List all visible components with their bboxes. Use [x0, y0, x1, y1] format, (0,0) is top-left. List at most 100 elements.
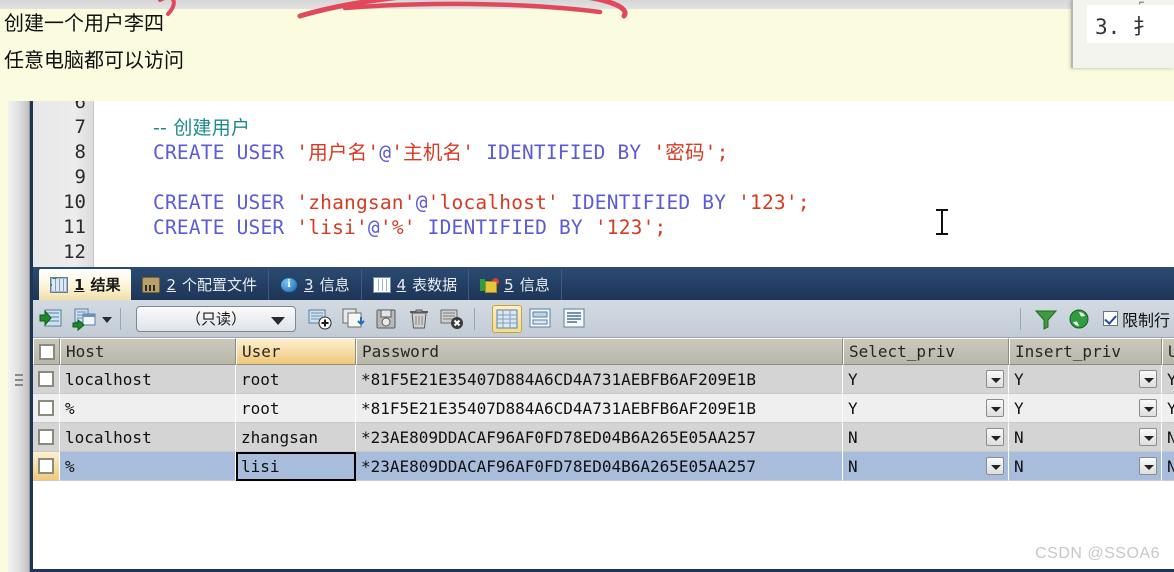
- cell-insert_priv[interactable]: Y: [1009, 365, 1162, 394]
- refresh-button[interactable]: [1064, 305, 1094, 333]
- floating-note-text: 3. 扌: [1095, 15, 1154, 39]
- floating-note-panel: ⌐ 3. 扌: [1071, 0, 1174, 68]
- row-select-cell[interactable]: [33, 423, 60, 452]
- text-view-button[interactable]: [560, 305, 590, 333]
- cell-user[interactable]: root: [236, 394, 356, 423]
- cell-host[interactable]: localhost: [60, 365, 236, 394]
- table-row[interactable]: % lisi *23AE809DDACAF96AF0FD78ED04B6A265E0…: [33, 452, 1174, 481]
- tab-3[interactable]: 3 信息: [269, 269, 362, 300]
- toolbar-right-group[interactable]: 限制行: [1013, 305, 1174, 333]
- code-token: ;: [716, 141, 729, 164]
- result-toolbar[interactable]: （只读） 限制行: [33, 300, 1174, 338]
- cell-chevron-down-icon[interactable]: [986, 399, 1004, 417]
- sql-editor[interactable]: 6 7 8 9 10 11 12 -- 创建用户 CREATE USER '用户名'@'主机名…: [33, 101, 1174, 267]
- row-select-cell[interactable]: [33, 452, 60, 481]
- cell-u[interactable]: Y: [1162, 394, 1174, 423]
- tab-index: 4: [396, 275, 407, 294]
- delete-record-button[interactable]: [404, 305, 434, 333]
- row-select-cell[interactable]: [33, 365, 60, 394]
- tab-4[interactable]: 4 表数据: [362, 269, 470, 300]
- column-header-select_priv[interactable]: Select_priv: [843, 338, 1009, 365]
- cell-select_priv[interactable]: Y: [843, 365, 1009, 394]
- chevron-down-icon: [271, 316, 285, 325]
- cell-insert_priv[interactable]: Y: [1009, 394, 1162, 423]
- cell-u[interactable]: N: [1162, 423, 1174, 452]
- tab-2[interactable]: 2 个配置文件: [131, 269, 270, 300]
- column-header-host[interactable]: Host: [60, 338, 236, 365]
- view-mode-group[interactable]: [488, 304, 590, 333]
- cell-chevron-down-icon[interactable]: [1139, 428, 1157, 446]
- insert-record-button[interactable]: [305, 305, 335, 333]
- cell-u[interactable]: Y: [1162, 365, 1174, 394]
- cell-value: *23AE809DDACAF96AF0FD78ED04B6A265E05AA25…: [361, 456, 756, 476]
- code-token: ;: [797, 191, 810, 214]
- cell-select_priv[interactable]: Y: [843, 394, 1009, 423]
- row-select-cell[interactable]: [33, 394, 60, 423]
- cell-password[interactable]: *81F5E21E35407D884A6CD4A731AEBFB6AF209E1…: [356, 365, 843, 394]
- cell-host[interactable]: localhost: [60, 423, 236, 452]
- table-row[interactable]: localhost root *81F5E21E35407D884A6CD4A731…: [33, 365, 1174, 394]
- grid-view-button[interactable]: [492, 304, 522, 333]
- cell-host[interactable]: %: [60, 394, 236, 423]
- grid-export-icon: [50, 276, 68, 293]
- row-checkbox-icon[interactable]: [38, 371, 54, 387]
- duplicate-record-button[interactable]: [338, 305, 368, 333]
- cell-chevron-down-icon[interactable]: [986, 428, 1004, 446]
- cell-chevron-down-icon[interactable]: [1139, 370, 1157, 388]
- vertical-splitter[interactable]: [8, 101, 30, 572]
- row-checkbox-icon[interactable]: [38, 429, 54, 445]
- cell-user[interactable]: zhangsan: [236, 423, 356, 452]
- code-token: @: [367, 216, 380, 239]
- cancel-changes-button[interactable]: [437, 305, 467, 333]
- cell-password[interactable]: *81F5E21E35407D884A6CD4A731AEBFB6AF209E1…: [356, 394, 843, 423]
- tab-index: 2: [166, 275, 176, 294]
- edit-mode-select[interactable]: （只读）: [136, 305, 296, 332]
- table-row[interactable]: localhost zhangsan *23AE809DDACAF96AF0FD78…: [33, 423, 1174, 452]
- cell-value: N: [1014, 427, 1024, 447]
- save-record-button[interactable]: [371, 305, 401, 333]
- cell-user[interactable]: lisi: [236, 452, 356, 481]
- row-checkbox-icon[interactable]: [38, 458, 54, 474]
- select-all-checkbox-icon[interactable]: [38, 343, 55, 360]
- export-window-button[interactable]: [69, 305, 99, 333]
- code-line: CREATE USER 'lisi'@'%' IDENTIFIED BY '12…: [153, 215, 666, 240]
- export-grid-button[interactable]: [36, 305, 66, 333]
- cell-chevron-down-icon[interactable]: [1139, 399, 1157, 417]
- grid-header-row: HostUserPasswordSelect_privInsert_privU: [33, 338, 1174, 365]
- column-header-user[interactable]: User: [236, 338, 356, 365]
- table-row[interactable]: % root *81F5E21E35407D884A6CD4A731AEBFB6AF…: [33, 394, 1174, 423]
- cell-chevron-down-icon[interactable]: [986, 457, 1004, 475]
- column-header-insert_priv[interactable]: Insert_priv: [1009, 338, 1162, 365]
- sql-client-window: 6 7 8 9 10 11 12 -- 创建用户 CREATE USER '用户名'@'主机名…: [30, 101, 1174, 572]
- code-token: 'localhost': [427, 191, 559, 214]
- cell-insert_priv[interactable]: N: [1009, 452, 1162, 481]
- limit-rows-checkbox[interactable]: 限制行: [1102, 307, 1170, 331]
- checkbox-icon[interactable]: [1102, 311, 1118, 326]
- form-view-button[interactable]: [526, 305, 556, 333]
- cell-insert_priv[interactable]: N: [1009, 423, 1162, 452]
- annotation-line-2: 任意电脑都可以访问: [4, 48, 184, 72]
- cell-password[interactable]: *23AE809DDACAF96AF0FD78ED04B6A265E05AA25…: [356, 452, 843, 481]
- cell-value: Y: [1014, 398, 1024, 418]
- cell-password[interactable]: *23AE809DDACAF96AF0FD78ED04B6A265E05AA25…: [356, 423, 843, 452]
- code-token: IDENTIFIED BY: [558, 191, 739, 214]
- cell-select_priv[interactable]: N: [843, 423, 1009, 452]
- tab-1[interactable]: 1 结果: [39, 269, 132, 300]
- column-header-u[interactable]: U: [1162, 338, 1174, 365]
- select-all-cell[interactable]: [33, 338, 60, 365]
- result-tab-bar[interactable]: 1 结果 2 个配置文件 3 信息 4 表数据 5 信息: [33, 267, 1174, 300]
- cell-u[interactable]: N: [1162, 452, 1174, 481]
- row-checkbox-icon[interactable]: [38, 400, 54, 416]
- floating-note-inner: 3. 扌: [1087, 5, 1174, 43]
- cell-host[interactable]: %: [60, 452, 236, 481]
- cell-chevron-down-icon[interactable]: [986, 370, 1004, 388]
- editor-code-area[interactable]: -- 创建用户 CREATE USER '用户名'@'主机名' IDENTIFIE…: [101, 101, 1174, 267]
- results-grid[interactable]: HostUserPasswordSelect_privInsert_privUl…: [33, 338, 1174, 569]
- cell-select_priv[interactable]: N: [843, 452, 1009, 481]
- export-options-chevron-down-icon[interactable]: [99, 305, 113, 333]
- cell-user[interactable]: root: [236, 365, 356, 394]
- column-header-password[interactable]: Password: [356, 338, 843, 365]
- filter-button[interactable]: [1031, 305, 1061, 333]
- tab-5[interactable]: 5 信息: [469, 269, 562, 300]
- cell-chevron-down-icon[interactable]: [1139, 457, 1157, 475]
